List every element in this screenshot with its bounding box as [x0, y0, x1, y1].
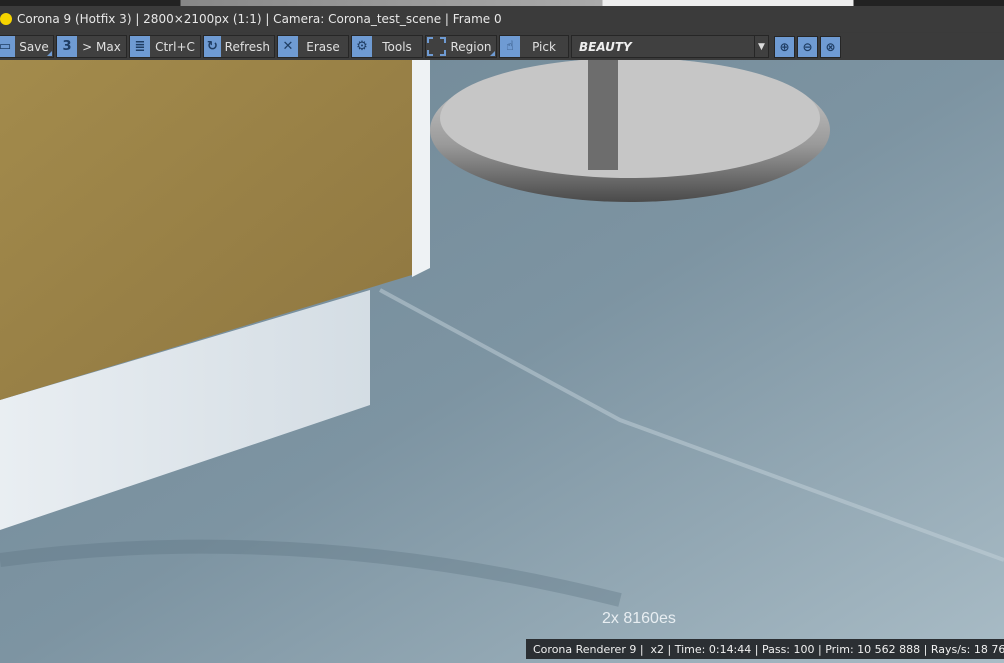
save-button[interactable]: ▭ Save [0, 35, 54, 58]
hand-icon: ☝ [500, 36, 520, 57]
gear-icon: ⚙ [352, 36, 372, 57]
zoom-out-icon: ⊖ [802, 39, 813, 54]
zoom-in-button[interactable]: ⊕ [774, 35, 795, 58]
rendered-image [0, 60, 1004, 663]
region-button[interactable]: Region [425, 35, 497, 58]
render-viewport[interactable] [0, 60, 1004, 663]
render-element-value: BEAUTY [579, 39, 632, 54]
tools-button[interactable]: ⚙ Tools [351, 35, 423, 58]
zoom-out-button[interactable]: ⊖ [797, 35, 818, 58]
to-max-button[interactable]: 3 > Max [56, 35, 127, 58]
zoom-reset-icon: ⊗ [825, 39, 836, 54]
copy-icon: ≣ [130, 36, 150, 57]
refresh-icon: ↻ [204, 36, 221, 57]
erase-button[interactable]: ✕ Erase [277, 35, 349, 58]
copy-button[interactable]: ≣ Ctrl+C [129, 35, 201, 58]
status-text: Corona Renderer 9 | x2 | Time: 0:14:44 |… [533, 642, 1004, 656]
toolbar: ▭ Save 3 > Max ≣ Ctrl+C ↻ Refresh ✕ Erase ⚙ To… [0, 33, 1004, 60]
zoom-reset-button[interactable]: ⊗ [820, 35, 841, 58]
refresh-button[interactable]: ↻ Refresh [203, 35, 275, 58]
chevron-down-icon[interactable]: ▼ [754, 36, 768, 57]
render-stamp-overlay: 2x 8160es [602, 610, 676, 627]
pick-button[interactable]: ☝ Pick [499, 35, 569, 58]
status-bar: Corona Renderer 9 | x2 | Time: 0:14:44 |… [526, 639, 1004, 659]
region-icon [427, 37, 446, 56]
corona-smiley-icon [0, 13, 12, 25]
zoom-in-icon: ⊕ [779, 39, 790, 54]
window-title: Corona 9 (Hotfix 3) | 2800×2100px (1:1) … [17, 12, 502, 26]
3dsmax-icon: 3 [57, 36, 77, 57]
erase-icon: ✕ [278, 36, 298, 57]
save-icon: ▭ [0, 36, 15, 57]
render-element-dropdown[interactable]: BEAUTY ▼ [571, 35, 769, 58]
title-bar: Corona 9 (Hotfix 3) | 2800×2100px (1:1) … [0, 6, 1004, 32]
